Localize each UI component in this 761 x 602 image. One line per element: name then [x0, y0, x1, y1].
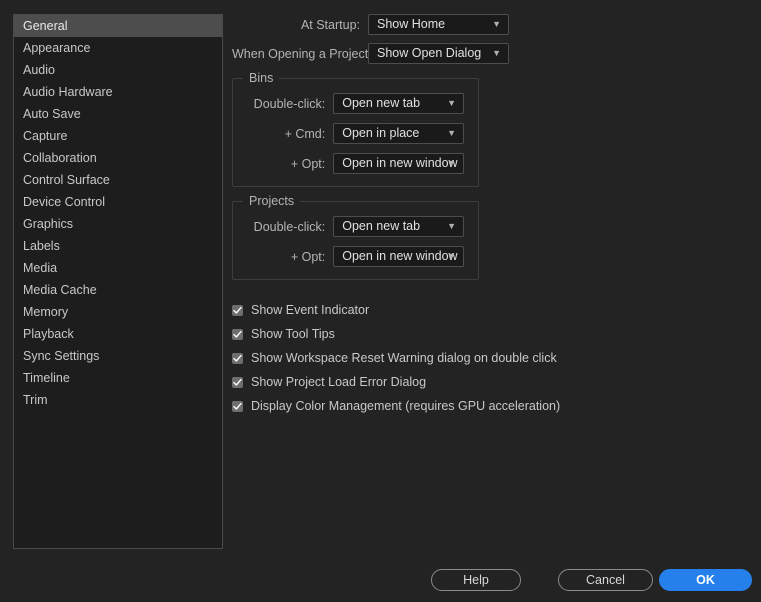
general-options-checkbox-list: Show Event Indicator Show Tool Tips Show W… — [232, 298, 747, 418]
at-startup-row: At Startup: Show Home ▼ — [232, 14, 747, 35]
bins-label-0: Double-click: — [253, 96, 326, 111]
projects-row-1: + Opt: Open in new window ▼ — [247, 246, 464, 267]
checkbox-row-0[interactable]: Show Event Indicator — [232, 298, 747, 322]
sidebar-item-media-cache[interactable]: Media Cache — [14, 279, 222, 301]
projects-group: Projects Double-click: Open new tab ▼ + Opt… — [232, 194, 479, 280]
checkbox-label-2: Show Workspace Reset Warning dialog on d… — [251, 351, 557, 365]
projects-label-1: + Opt: — [290, 249, 326, 264]
chevron-down-icon: ▼ — [447, 98, 456, 108]
sidebar-item-audio-hardware[interactable]: Audio Hardware — [14, 81, 222, 103]
bins-row-2: + Opt: Open in new window ▼ — [247, 153, 464, 174]
checkbox-checked-icon[interactable] — [232, 400, 243, 412]
bins-group: Bins Double-click: Open new tab ▼ + Cmd: Ope… — [232, 71, 479, 187]
at-startup-label: At Startup: — [300, 17, 360, 32]
at-startup-dropdown[interactable]: Show Home ▼ — [368, 14, 509, 35]
cancel-button[interactable]: Cancel — [558, 569, 653, 591]
when-opening-project-dropdown[interactable]: Show Open Dialog ▼ — [368, 43, 509, 64]
sidebar-item-memory[interactable]: Memory — [14, 301, 222, 323]
dialog-footer: Help Cancel OK — [0, 569, 761, 591]
projects-group-legend: Projects — [243, 194, 301, 208]
projects-row-0: Double-click: Open new tab ▼ — [247, 216, 464, 237]
sidebar-item-timeline[interactable]: Timeline — [14, 367, 222, 389]
sidebar-item-general[interactable]: General — [14, 15, 222, 37]
checkbox-label-4: Display Color Management (requires GPU a… — [251, 399, 561, 413]
ok-button[interactable]: OK — [659, 569, 752, 591]
chevron-down-icon: ▼ — [447, 158, 456, 168]
sidebar-item-device-control[interactable]: Device Control — [14, 191, 222, 213]
checkbox-label-1: Show Tool Tips — [251, 327, 335, 341]
bins-group-legend: Bins — [243, 71, 280, 85]
bins-value-0: Open new tab — [342, 96, 421, 110]
chevron-down-icon: ▼ — [492, 19, 501, 29]
checkbox-label-0: Show Event Indicator — [251, 303, 370, 317]
help-button[interactable]: Help — [431, 569, 521, 591]
chevron-down-icon: ▼ — [447, 128, 456, 138]
sidebar-item-collaboration[interactable]: Collaboration — [14, 147, 222, 169]
checkbox-checked-icon[interactable] — [232, 352, 243, 364]
preferences-category-list[interactable]: General Appearance Audio Audio Hardware Auto… — [13, 14, 223, 549]
sidebar-item-sync-settings[interactable]: Sync Settings — [14, 345, 222, 367]
projects-label-0: Double-click: — [253, 219, 326, 234]
projects-dropdown-0[interactable]: Open new tab ▼ — [333, 216, 464, 237]
bins-dropdown-1[interactable]: Open in place ▼ — [333, 123, 464, 144]
checkbox-checked-icon[interactable] — [232, 376, 243, 388]
bins-value-1: Open in place — [342, 126, 420, 140]
checkbox-checked-icon[interactable] — [232, 328, 243, 340]
checkbox-row-3[interactable]: Show Project Load Error Dialog — [232, 370, 747, 394]
bins-row-1: + Cmd: Open in place ▼ — [247, 123, 464, 144]
bins-row-0: Double-click: Open new tab ▼ — [247, 93, 464, 114]
checkbox-row-2[interactable]: Show Workspace Reset Warning dialog on d… — [232, 346, 747, 370]
when-opening-project-row: When Opening a Project: Show Open Dialog… — [232, 43, 747, 64]
projects-value-0: Open new tab — [342, 219, 421, 233]
sidebar-item-control-surface[interactable]: Control Surface — [14, 169, 222, 191]
sidebar-item-graphics[interactable]: Graphics — [14, 213, 222, 235]
when-opening-project-value: Show Open Dialog — [377, 46, 482, 60]
preferences-dialog: General Appearance Audio Audio Hardware Auto… — [0, 0, 761, 602]
checkbox-checked-icon[interactable] — [232, 304, 243, 316]
at-startup-value: Show Home — [377, 17, 446, 31]
general-preferences-pane: At Startup: Show Home ▼ When Opening a P… — [232, 14, 747, 418]
chevron-down-icon: ▼ — [447, 251, 456, 261]
sidebar-item-playback[interactable]: Playback — [14, 323, 222, 345]
chevron-down-icon: ▼ — [492, 48, 501, 58]
bins-dropdown-2[interactable]: Open in new window ▼ — [333, 153, 464, 174]
projects-dropdown-1[interactable]: Open in new window ▼ — [333, 246, 464, 267]
bins-value-2: Open in new window — [342, 156, 458, 170]
sidebar-item-appearance[interactable]: Appearance — [14, 37, 222, 59]
bins-label-2: + Opt: — [290, 156, 326, 171]
projects-rows: Double-click: Open new tab ▼ + Opt: Open in … — [247, 216, 464, 267]
chevron-down-icon: ▼ — [447, 221, 456, 231]
sidebar-item-labels[interactable]: Labels — [14, 235, 222, 257]
sidebar-item-media[interactable]: Media — [14, 257, 222, 279]
when-opening-project-label: When Opening a Project: — [232, 46, 372, 61]
bins-rows: Double-click: Open new tab ▼ + Cmd: Open in … — [247, 93, 464, 174]
checkbox-label-3: Show Project Load Error Dialog — [251, 375, 427, 389]
checkbox-row-1[interactable]: Show Tool Tips — [232, 322, 747, 346]
sidebar-item-capture[interactable]: Capture — [14, 125, 222, 147]
sidebar-item-auto-save[interactable]: Auto Save — [14, 103, 222, 125]
sidebar-item-trim[interactable]: Trim — [14, 389, 222, 411]
bins-label-1: + Cmd: — [284, 126, 326, 141]
projects-value-1: Open in new window — [342, 249, 458, 263]
bins-dropdown-0[interactable]: Open new tab ▼ — [333, 93, 464, 114]
sidebar-item-audio[interactable]: Audio — [14, 59, 222, 81]
checkbox-row-4[interactable]: Display Color Management (requires GPU a… — [232, 394, 747, 418]
